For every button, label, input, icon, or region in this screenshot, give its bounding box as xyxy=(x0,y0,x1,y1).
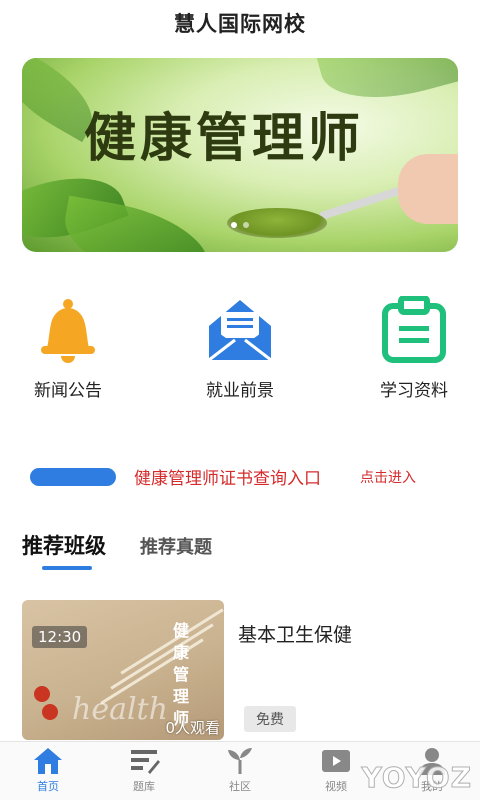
tab-recommended-classes[interactable]: 推荐班级 xyxy=(22,530,106,560)
envelope-icon xyxy=(205,296,275,366)
tab-underline xyxy=(42,566,92,570)
feature-label: 学习资料 xyxy=(380,381,448,401)
clipboard-icon xyxy=(379,295,449,366)
feature-label: 就业前景 xyxy=(206,381,274,401)
decoration xyxy=(34,686,50,702)
decoration xyxy=(110,623,214,690)
thumbnail-vertical-text: 健康管理师 xyxy=(172,621,189,728)
tab-recommended-exams[interactable]: 推荐真题 xyxy=(140,533,212,559)
feature-news[interactable]: 新闻公告 xyxy=(0,296,148,401)
cert-query-link[interactable]: 健康管理师证书查询入口 xyxy=(134,464,321,489)
nav-label: 首页 xyxy=(37,780,59,793)
bottom-nav: 首页 题库 社区 视频 我的 YOYOZ xyxy=(0,741,480,800)
watermark-logo: YOYOZ xyxy=(361,761,472,795)
carousel-dot[interactable] xyxy=(231,222,237,228)
carousel-dots xyxy=(22,213,458,232)
nav-label: 题库 xyxy=(133,780,155,793)
free-badge: 免费 xyxy=(244,706,296,732)
cert-enter-link[interactable]: 点击进入 xyxy=(360,467,416,487)
bell-icon xyxy=(33,296,103,366)
feature-employment[interactable]: 就业前景 xyxy=(160,296,320,401)
thumbnail-word: health xyxy=(72,692,168,727)
duration-badge: 12:30 xyxy=(32,626,88,648)
carousel-dot[interactable] xyxy=(243,222,249,228)
course-title[interactable]: 基本卫生保健 xyxy=(238,620,352,647)
decoration xyxy=(42,704,58,720)
nav-community[interactable]: 社区 xyxy=(192,746,288,794)
course-card[interactable]: health 健康管理师 12:30 0人观看 基本卫生保健 免费 xyxy=(22,600,462,740)
nav-home[interactable]: 首页 xyxy=(0,746,96,794)
feature-label: 新闻公告 xyxy=(34,381,102,401)
question-bank-icon xyxy=(128,746,160,776)
feature-materials[interactable]: 学习资料 xyxy=(334,295,480,401)
sprout-icon xyxy=(224,746,256,776)
nav-question-bank[interactable]: 题库 xyxy=(96,746,192,794)
home-icon xyxy=(32,746,64,776)
view-count: 0人观看 xyxy=(165,719,220,737)
app-title: 慧人国际网校 xyxy=(174,12,306,36)
banner-text: 健康管理师 xyxy=(84,108,365,169)
decorative-pill xyxy=(30,468,116,486)
feature-grid: 新闻公告 就业前景 学习资料 xyxy=(0,295,480,406)
course-thumbnail[interactable]: health 健康管理师 12:30 0人观看 xyxy=(22,600,224,740)
video-icon xyxy=(320,746,352,776)
cert-query-banner[interactable]: 健康管理师证书查询入口 点击进入 xyxy=(0,460,480,490)
banner-carousel[interactable]: 健康管理师 xyxy=(22,58,458,252)
nav-label: 社区 xyxy=(229,780,251,793)
